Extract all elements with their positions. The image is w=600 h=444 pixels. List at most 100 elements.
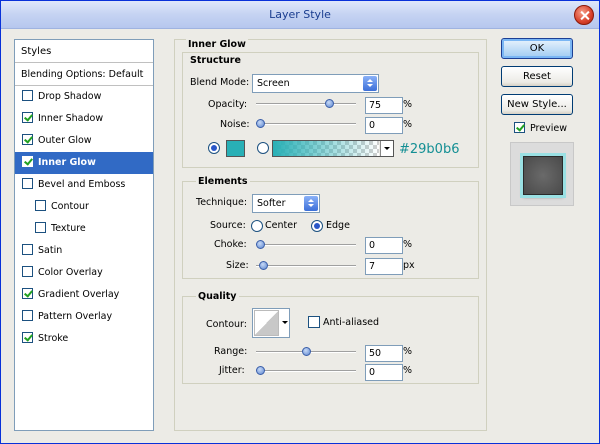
style-item-satin[interactable]: Satin [15, 240, 153, 262]
style-item-gradient-overlay[interactable]: Gradient Overlay [15, 284, 153, 306]
blend-mode-label: Blend Mode: [190, 77, 250, 88]
range-slider[interactable] [256, 346, 356, 358]
solid-color-radio[interactable] [208, 142, 220, 154]
structure-title: Structure [188, 55, 243, 66]
style-item-color-overlay[interactable]: Color Overlay [15, 262, 153, 284]
contour-picker[interactable] [252, 308, 290, 338]
style-item-label: Pattern Overlay [38, 311, 113, 322]
opacity-input[interactable]: 75 [365, 97, 403, 114]
styles-list: Styles Blending Options: Default Drop Sha… [14, 39, 154, 431]
choke-label: Choke: [214, 239, 247, 250]
reset-button[interactable]: Reset [501, 66, 573, 87]
noise-input[interactable]: 0 [365, 117, 403, 134]
blend-mode-select[interactable]: Screen [252, 74, 379, 93]
source-center-label: Center [265, 220, 297, 231]
preview-checkbox[interactable] [514, 122, 525, 133]
noise-unit: % [403, 119, 413, 130]
technique-select[interactable]: Softer [252, 194, 320, 213]
style-item-inner-shadow[interactable]: Inner Shadow [15, 108, 153, 130]
opacity-slider[interactable] [256, 98, 356, 110]
style-checkbox[interactable] [22, 112, 33, 123]
style-checkbox[interactable] [22, 288, 33, 299]
style-item-pattern-overlay[interactable]: Pattern Overlay [15, 306, 153, 328]
style-preview [510, 142, 574, 206]
slider-thumb[interactable] [256, 240, 265, 249]
anti-aliased-checkbox[interactable] [308, 316, 320, 328]
style-item-label: Stroke [38, 333, 69, 344]
source-center-radio[interactable] [251, 220, 263, 232]
gradient-picker[interactable] [272, 140, 394, 157]
title-bar: Layer Style [1, 1, 599, 29]
style-item-label: Inner Glow [38, 157, 96, 168]
style-item-bevel-and-emboss[interactable]: Bevel and Emboss [15, 174, 153, 196]
range-unit: % [403, 346, 413, 357]
style-checkbox[interactable] [35, 200, 46, 211]
slider-thumb[interactable] [256, 366, 265, 375]
dropdown-arrow-icon[interactable] [380, 141, 393, 156]
style-item-outer-glow[interactable]: Outer Glow [15, 130, 153, 152]
size-input[interactable]: 7 [365, 258, 403, 275]
style-item-label: Texture [51, 223, 86, 234]
dropdown-arrow-icon [304, 196, 318, 211]
preview-label: Preview [530, 123, 567, 134]
slider-thumb[interactable] [325, 99, 334, 108]
dropdown-arrow-icon [363, 76, 377, 91]
style-item-stroke[interactable]: Stroke [15, 328, 153, 350]
jitter-input[interactable]: 0 [365, 364, 403, 381]
style-checkbox[interactable] [35, 222, 46, 233]
anti-aliased-label: Anti-aliased [323, 317, 380, 328]
jitter-label: Jitter: [219, 365, 245, 376]
slider-thumb[interactable] [302, 347, 311, 356]
size-unit: px [403, 260, 415, 271]
glow-color-swatch[interactable] [226, 140, 245, 157]
style-item-label: Blending Options: Default [21, 69, 144, 80]
style-item-label: Satin [38, 245, 63, 256]
choke-unit: % [403, 239, 413, 250]
preview-thumbnail [523, 156, 563, 195]
choke-slider[interactable] [256, 239, 356, 251]
gradient-radio[interactable] [257, 142, 269, 154]
style-item-label: Bevel and Emboss [38, 179, 126, 190]
opacity-label: Opacity: [208, 99, 248, 110]
slider-thumb[interactable] [258, 261, 268, 270]
dropdown-arrow-icon[interactable] [280, 309, 289, 337]
style-checkbox[interactable] [22, 244, 33, 255]
style-checkbox[interactable] [22, 266, 33, 277]
style-checkbox[interactable] [22, 134, 33, 145]
range-label: Range: [214, 346, 248, 357]
new-style-button[interactable]: New Style... [501, 94, 573, 115]
jitter-unit: % [403, 365, 413, 376]
style-item-inner-glow[interactable]: Inner Glow [15, 152, 153, 174]
style-checkbox[interactable] [22, 156, 33, 167]
noise-slider[interactable] [256, 118, 356, 130]
style-item-blending-options-default[interactable]: Blending Options: Default [15, 64, 153, 86]
size-label: Size: [226, 260, 249, 271]
styles-list-header: Styles [15, 40, 153, 63]
ok-button[interactable]: OK [501, 38, 573, 59]
style-item-texture[interactable]: Texture [15, 218, 153, 240]
source-edge-radio[interactable] [311, 220, 323, 232]
window-title: Layer Style [269, 8, 331, 21]
jitter-slider[interactable] [256, 365, 356, 377]
style-checkbox[interactable] [22, 90, 33, 101]
opacity-unit: % [403, 99, 413, 110]
choke-input[interactable]: 0 [365, 237, 403, 254]
contour-label: Contour: [206, 319, 247, 330]
inner-glow-panel: Inner Glow Structure Blend Mode: Screen … [174, 39, 487, 431]
slider-thumb[interactable] [256, 119, 265, 128]
noise-label: Noise: [220, 119, 250, 130]
panel-title: Inner Glow [186, 39, 248, 50]
size-slider[interactable] [256, 260, 356, 272]
source-edge-label: Edge [326, 220, 350, 231]
style-item-contour[interactable]: Contour [15, 196, 153, 218]
close-icon[interactable] [574, 5, 594, 25]
style-item-label: Contour [51, 201, 89, 212]
style-item-drop-shadow[interactable]: Drop Shadow [15, 86, 153, 108]
style-item-label: Gradient Overlay [38, 289, 120, 300]
style-checkbox[interactable] [22, 178, 33, 189]
style-item-label: Outer Glow [38, 135, 92, 146]
style-checkbox[interactable] [22, 332, 33, 343]
style-checkbox[interactable] [22, 310, 33, 321]
range-input[interactable]: 50 [365, 345, 403, 362]
style-item-label: Drop Shadow [38, 91, 102, 102]
